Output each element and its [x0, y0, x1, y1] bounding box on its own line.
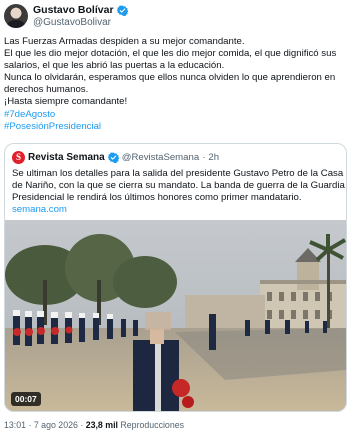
- quoted-line: de Nariño, con la que se cierra su manda…: [12, 180, 345, 192]
- tweet-line: Nunca lo olvidarán, esperamos que ellos …: [4, 72, 336, 84]
- hashtag-link[interactable]: #PosesiónPresidencial: [4, 121, 348, 133]
- author-avatar[interactable]: [4, 4, 28, 28]
- quoted-tweet-text: Se ultiman los detalles para la salida d…: [12, 168, 345, 216]
- quoted-tweet-header: S Revista Semana @RevistaSemana · 2h: [12, 151, 219, 164]
- video-player[interactable]: 00:07: [5, 220, 346, 411]
- tweet-line: salarios, el que les abrió las puertas a…: [4, 60, 225, 72]
- separator-dot: ·: [202, 152, 206, 163]
- verified-badge-icon: [107, 152, 119, 163]
- separator-dot: ·: [26, 420, 34, 430]
- video-timestamp: 00:07: [11, 392, 41, 406]
- verified-badge-icon: [116, 5, 128, 16]
- separator-dot: ·: [77, 420, 86, 430]
- tweet-header: Gustavo Bolívar @GustavoBolivar: [4, 4, 346, 30]
- views-count: 23,8 mil: [85, 420, 118, 430]
- author-handle[interactable]: @GustavoBolivar: [33, 17, 111, 29]
- author-name-row: Gustavo Bolívar: [33, 4, 128, 17]
- quoted-line: Presidencial le rendirá los últimos hono…: [12, 192, 302, 204]
- quoted-line: Se ultiman los detalles para la salida d…: [12, 168, 344, 179]
- quoted-author-handle[interactable]: @RevistaSemana: [122, 152, 199, 163]
- quoted-link[interactable]: semana.com: [12, 204, 342, 216]
- tweet-line: Las Fuerzas Armadas despiden a su mejor …: [4, 36, 245, 47]
- post-date[interactable]: 7 ago 2026: [34, 420, 78, 430]
- hashtag-link[interactable]: #7deAgosto: [4, 109, 348, 121]
- quoted-author-name[interactable]: Revista Semana: [28, 152, 105, 163]
- quoted-tweet-card[interactable]: S Revista Semana @RevistaSemana · 2h Se …: [4, 143, 347, 412]
- views-label: Reproducciones: [117, 420, 184, 430]
- tweet-meta: 13:01 · 7 ago 2026 · 23,8 mil Reproducci…: [4, 420, 184, 431]
- tweet-line: derechos humanos.: [4, 84, 89, 96]
- revista-semana-logo-icon[interactable]: S: [12, 151, 25, 164]
- tweet-line: ¡Hasta siempre comandante!: [4, 96, 128, 108]
- tweet-line: El que les dio mejor dotación, el que le…: [4, 48, 337, 60]
- quoted-tweet-time[interactable]: 2h: [208, 152, 219, 163]
- author-display-name[interactable]: Gustavo Bolívar: [33, 4, 114, 17]
- post-time[interactable]: 13:01: [4, 420, 26, 430]
- video-frame: [5, 220, 346, 411]
- tweet-text: Las Fuerzas Armadas despiden a su mejor …: [4, 36, 348, 133]
